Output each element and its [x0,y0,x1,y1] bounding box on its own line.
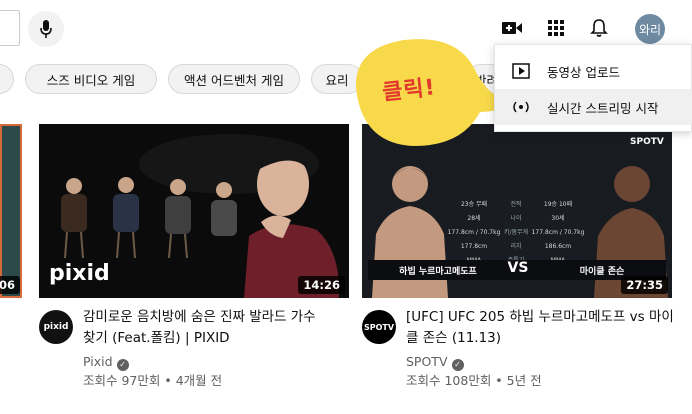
svg-text:28세: 28세 [467,214,480,222]
svg-text:리치: 리치 [510,242,521,250]
video-title[interactable]: 감미로운 음치방에 숨은 진짜 발라드 가수 찾기 (Feat.폴킴) | PI… [83,307,329,349]
menu-item-upload-video[interactable]: 동영상 업로드 [495,53,692,89]
svg-text:177.8cm: 177.8cm [461,243,487,250]
chip-video-games[interactable]: 스즈 비디오 게임 [25,64,157,94]
chip-action-adventure[interactable]: 액션 어드벤처 게임 [168,64,300,94]
channel-name-row[interactable]: SPOTV ✓ [406,352,464,371]
channel-name[interactable]: Pixid [83,354,113,369]
pixid-watermark: pixid [49,261,110,286]
callout-text: 클릭! [381,75,437,106]
channel-name-row[interactable]: Pixid ✓ [83,352,129,371]
svg-text:19승 10패: 19승 10패 [544,200,572,208]
video-duration: 27:35 [621,276,668,294]
svg-text:하빕 누르마고메도프: 하빕 누르마고메도프 [399,265,477,277]
create-dropdown-menu: 동영상 업로드 실시간 스트리밍 시작 [494,44,692,132]
video-duration: 14:26 [298,276,345,294]
video-title[interactable]: [UFC] UFC 205 하빕 누르마고메도프 vs 마이클 존슨 (11.1… [406,307,676,349]
apps-grid-icon [548,20,564,36]
svg-text:186.6cm: 186.6cm [545,243,571,250]
menu-item-label: 실시간 스트리밍 시작 [547,100,659,116]
search-input[interactable] [0,10,20,46]
chip-partial[interactable] [0,64,14,94]
pixid-thumbnail-art: pixid [39,124,349,298]
voice-search-button[interactable] [28,11,64,47]
video-upload-icon [495,63,547,79]
svg-text:마이클 존슨: 마이클 존슨 [580,265,625,277]
svg-text:177.8cm / 70.7kg: 177.8cm / 70.7kg [532,229,585,236]
video-meta: 조회수 108만회 • 5년 전 [406,373,542,388]
mic-icon [40,20,52,38]
video-thumbnail-pixid[interactable]: pixid 14:26 [39,124,349,298]
svg-text:23승 무패: 23승 무패 [461,200,487,208]
svg-text:VS: VS [508,260,529,276]
verified-icon: ✓ [451,359,464,371]
svg-text:전적: 전적 [510,200,521,208]
svg-text:나이: 나이 [510,214,521,222]
notifications-button[interactable] [587,16,611,40]
live-stream-icon [495,100,547,114]
svg-text:SPOTV: SPOTV [630,137,664,147]
svg-text:30세: 30세 [551,214,564,222]
account-avatar[interactable]: 와리 [635,14,665,44]
bell-icon [590,19,608,37]
svg-text:키/몸무게: 키/몸무게 [504,228,528,236]
menu-item-label: 동영상 업로드 [547,64,620,80]
video-meta: 조회수 97만회 • 4개월 전 [83,373,223,388]
menu-item-go-live[interactable]: 실시간 스트리밍 시작 [495,89,692,125]
verified-icon: ✓ [116,359,129,371]
svg-text:177.8cm / 70.7kg: 177.8cm / 70.7kg [448,229,501,236]
video-thumbnail-partial[interactable]: :06 [0,124,22,298]
channel-name[interactable]: SPOTV [406,354,448,369]
channel-avatar-spotv[interactable]: SPOTV [362,310,396,344]
video-duration: :06 [0,276,20,294]
channel-avatar-pixid[interactable]: pixid [39,310,73,344]
apps-button[interactable] [544,16,568,40]
